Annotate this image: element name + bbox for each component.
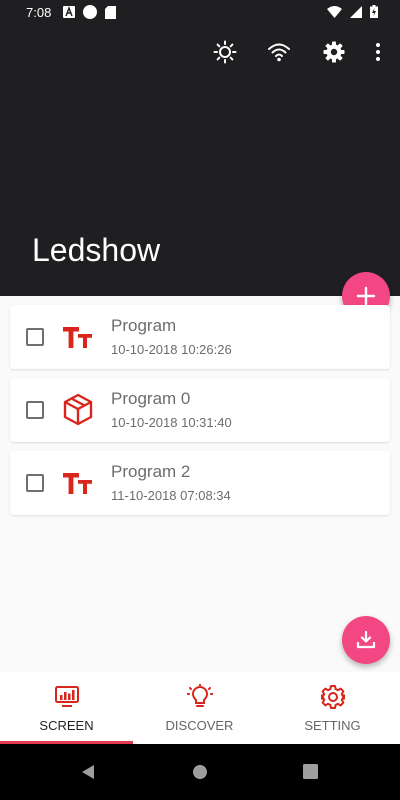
recents-icon[interactable] xyxy=(303,764,318,779)
wifi-icon[interactable] xyxy=(267,40,291,64)
app-notification-icon xyxy=(63,6,75,18)
app-header: Ledshow xyxy=(0,24,400,296)
brightness-icon[interactable] xyxy=(213,40,237,64)
nav-tab-discover[interactable]: DISCOVER xyxy=(133,672,266,744)
program-date: 10-10-2018 10:26:26 xyxy=(111,342,232,357)
signal-icon xyxy=(350,5,362,18)
nav-label-discover: DISCOVER xyxy=(165,718,234,733)
nav-tab-setting[interactable]: SETTING xyxy=(266,672,399,744)
program-name: Program xyxy=(111,316,177,335)
download-icon xyxy=(356,630,376,649)
text-icon xyxy=(63,473,92,494)
program-name: Program 0 xyxy=(111,389,191,408)
program-list-item[interactable]: Program 0 10-10-2018 10:31:40 xyxy=(10,378,390,442)
app-title: Ledshow xyxy=(32,232,161,268)
home-icon[interactable] xyxy=(192,764,208,780)
wifi-status-icon xyxy=(327,5,342,18)
nav-label-screen: SCREEN xyxy=(39,718,94,733)
text-icon xyxy=(63,327,92,348)
program-list-item[interactable]: Program 10-10-2018 10:26:26 xyxy=(10,305,390,369)
chart-monitor-icon xyxy=(55,686,79,707)
status-time: 7:08 xyxy=(26,5,52,20)
system-navigation-bar xyxy=(0,744,400,800)
plus-icon xyxy=(356,286,376,306)
program-list-item[interactable]: Program 2 11-10-2018 07:08:34 xyxy=(10,451,390,515)
gear-icon xyxy=(321,685,345,709)
nav-tab-screen[interactable]: SCREEN xyxy=(0,672,133,744)
sd-card-icon xyxy=(105,5,116,19)
program-date: 10-10-2018 10:31:40 xyxy=(111,415,232,430)
cube-icon xyxy=(63,393,93,426)
status-bar: 7:08 xyxy=(0,0,400,24)
program-date: 11-10-2018 07:08:34 xyxy=(111,488,231,503)
lightbulb-icon xyxy=(187,684,213,707)
battery-icon xyxy=(370,5,378,18)
circle-notification-icon xyxy=(83,5,97,19)
back-icon[interactable] xyxy=(80,764,96,780)
program-checkbox[interactable] xyxy=(26,401,44,419)
program-checkbox[interactable] xyxy=(26,328,44,346)
more-options-icon[interactable] xyxy=(366,40,390,64)
bottom-navigation: SCREEN DISCOVER SETTING xyxy=(0,672,400,744)
program-checkbox[interactable] xyxy=(26,474,44,492)
settings-gear-icon[interactable] xyxy=(322,40,346,64)
nav-label-setting: SETTING xyxy=(304,718,361,733)
program-name: Program 2 xyxy=(111,462,191,481)
download-button[interactable] xyxy=(342,616,390,664)
